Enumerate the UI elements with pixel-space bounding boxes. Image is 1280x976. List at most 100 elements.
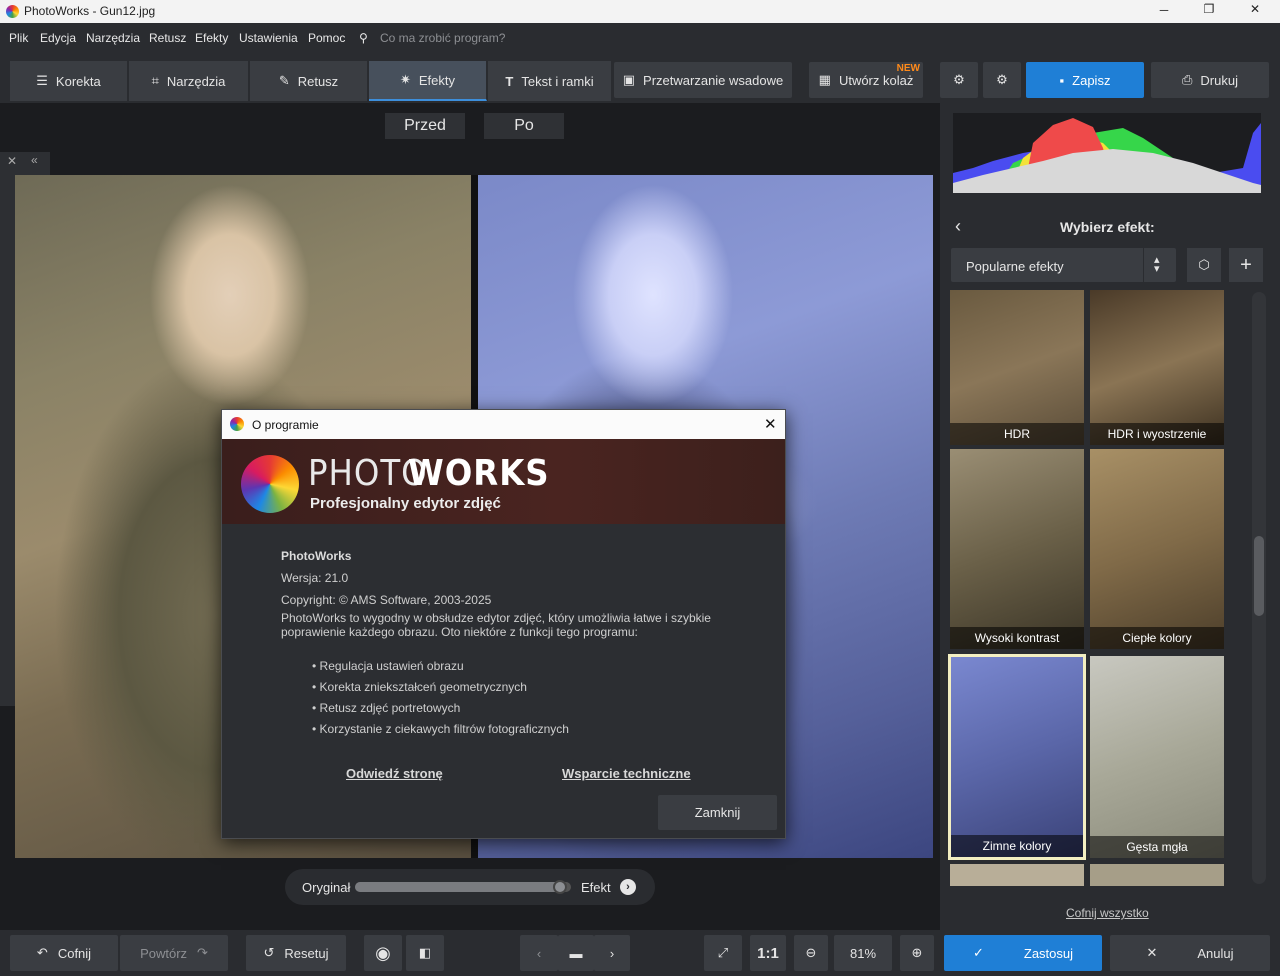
undo-all-link[interactable]: Cofnij wszystko: [1066, 906, 1149, 920]
feature-item: • Retusz zdjęć portretowych: [312, 701, 461, 715]
prev-image-button[interactable]: ‹: [520, 935, 558, 971]
apply-button[interactable]: ✓ Zastosuj: [944, 935, 1102, 971]
tab-narzedzia[interactable]: ⌗ Narzędzia: [129, 61, 249, 101]
menu-bar: Plik Edycja Narzędzia Retusz Efekty Usta…: [0, 23, 1280, 53]
open-folder-button[interactable]: ▬: [558, 935, 594, 971]
print-button[interactable]: ⎙ Drukuj: [1151, 62, 1269, 98]
updown-icon: ▴ ▾: [1154, 254, 1160, 275]
close-tools-icon[interactable]: ✕: [7, 154, 17, 168]
effect-thumb-next-1[interactable]: [950, 864, 1084, 886]
brush-icon: ✎: [278, 73, 290, 88]
cancel-button[interactable]: ✕ Anuluj: [1110, 935, 1270, 971]
zoom-in-button[interactable]: ⊕: [900, 935, 934, 971]
expand-icon: ⤢: [717, 945, 729, 960]
save-button[interactable]: ▪ Zapisz: [1026, 62, 1144, 98]
zoom-out-button[interactable]: ⊖: [794, 935, 828, 971]
next-image-button[interactable]: ›: [594, 935, 630, 971]
tab-retusz[interactable]: ✎ Retusz: [250, 61, 368, 101]
slider-fill: [355, 882, 567, 892]
tools-header: ✕ «: [0, 152, 50, 172]
dialog-close-button[interactable]: Zamknij: [658, 795, 777, 830]
slider-thumb[interactable]: [552, 880, 567, 894]
dialog-title: O programie: [252, 418, 319, 432]
slider-track[interactable]: [355, 880, 571, 894]
menu-retusz[interactable]: Retusz: [149, 31, 186, 45]
histogram: [953, 113, 1261, 193]
text-icon: T: [505, 73, 514, 89]
brand-works: WORKS: [408, 453, 550, 494]
effect-thumb-dense-fog[interactable]: Gęsta mgła: [1090, 656, 1224, 858]
search-input[interactable]: Co ma zrobić program?: [380, 31, 505, 45]
about-description-2: poprawienie każdego obrazu. Oto niektóre…: [281, 625, 638, 639]
redo-icon: ↷: [197, 945, 208, 960]
eye-icon: ◉: [375, 942, 391, 963]
crop-icon: ⌗: [151, 73, 159, 88]
dialog-app-icon: [230, 417, 244, 431]
zoom-level[interactable]: 81%: [834, 935, 892, 971]
dialog-title-bar: O programie ✕: [222, 410, 785, 439]
scrollbar-thumb[interactable]: [1254, 536, 1264, 616]
maximize-icon[interactable]: ❐: [1201, 2, 1217, 16]
add-effect-button[interactable]: +: [1229, 248, 1263, 282]
effect-thumb-hdr[interactable]: HDR: [950, 290, 1084, 445]
about-dialog: O programie ✕ PHOTO WORKS Profesjonalny …: [221, 409, 786, 839]
compare-button[interactable]: ◧: [406, 935, 444, 971]
tab-korekta[interactable]: ☰ Korekta: [10, 61, 128, 101]
menu-edycja[interactable]: Edycja: [40, 31, 76, 45]
check-icon: ✓: [972, 945, 984, 960]
x-icon: ✕: [1146, 945, 1158, 960]
batch-processing-button[interactable]: ▣ Przetwarzanie wsadowe: [614, 62, 792, 98]
category-value: Popularne efekty: [966, 259, 1064, 274]
menu-ustawienia[interactable]: Ustawienia: [239, 31, 298, 45]
search-icon: ⚲: [359, 31, 368, 45]
reset-button[interactable]: ↺ Resetuj: [246, 935, 346, 971]
menu-efekty[interactable]: Efekty: [195, 31, 228, 45]
effect-thumb-cool-colors[interactable]: Zimne kolory: [948, 654, 1086, 860]
chevron-left-icon: ‹: [536, 945, 542, 961]
visit-website-link[interactable]: Odwiedź stronę: [346, 766, 443, 781]
select-divider: [1143, 248, 1144, 282]
printer-icon: ⎙: [1182, 72, 1193, 87]
compare-icon: ◧: [418, 945, 432, 960]
preview-toggle-button[interactable]: ◉: [364, 935, 402, 971]
actual-size-button[interactable]: 1:1: [750, 935, 786, 971]
fit-screen-button[interactable]: ⤢: [704, 935, 742, 971]
tab-tekst-i-ramki[interactable]: T Tekst i ramki: [488, 61, 612, 101]
create-collage-button[interactable]: ▦ Utwórz kolaż NEW: [809, 62, 923, 98]
effect-thumb-next-2[interactable]: [1090, 864, 1224, 886]
plus-circle-icon: ⊕: [911, 945, 923, 960]
brand-subtitle: Profesjonalny edytor zdjęć: [310, 495, 501, 512]
feature-item: • Regulacja ustawień obrazu: [312, 659, 464, 673]
about-app-name: PhotoWorks: [281, 549, 352, 563]
effect-thumb-warm-colors[interactable]: Ciepłe kolory: [1090, 449, 1224, 649]
chevron-right-icon: ›: [609, 945, 615, 961]
close-window-icon[interactable]: ✕: [1247, 2, 1263, 16]
histogram-graph: [953, 118, 1261, 193]
menu-pomoc[interactable]: Pomoc: [308, 31, 345, 45]
menu-narzedzia[interactable]: Narzędzia: [86, 31, 140, 45]
sliders-icon: ☰: [36, 73, 48, 88]
effect-strength-slider[interactable]: Oryginał Efekt ›: [285, 869, 655, 905]
plus-icon: +: [1240, 253, 1252, 276]
support-link[interactable]: Wsparcie techniczne: [562, 766, 691, 781]
photoworks-logo-icon: [241, 455, 299, 513]
settings-add-button[interactable]: ⚙: [940, 62, 978, 98]
dialog-close-icon[interactable]: ✕: [764, 415, 777, 433]
redo-button[interactable]: Powtórz ↷: [120, 935, 228, 971]
undo-icon: ↶: [36, 945, 48, 960]
effect-thumb-high-contrast[interactable]: Wysoki kontrast: [950, 449, 1084, 649]
settings-history-button[interactable]: ⚙: [983, 62, 1021, 98]
about-description-1: PhotoWorks to wygodny w obsłudze edytor …: [281, 611, 711, 625]
collapse-tools-icon[interactable]: «: [31, 153, 38, 167]
back-arrow-icon[interactable]: ‹: [955, 216, 961, 237]
effect-category-select[interactable]: Popularne efekty ▴ ▾: [951, 248, 1176, 282]
about-copyright: Copyright: © AMS Software, 2003-2025: [281, 593, 492, 607]
undo-button[interactable]: ↶ Cofnij: [10, 935, 118, 971]
menu-plik[interactable]: Plik: [9, 31, 28, 45]
cube-button[interactable]: ⬡: [1187, 248, 1221, 282]
effects-scrollbar[interactable]: [1252, 292, 1266, 884]
effect-thumb-hdr-sharpen[interactable]: HDR i wyostrzenie: [1090, 290, 1224, 445]
tab-efekty[interactable]: ✷ Efekty: [369, 61, 487, 101]
next-arrow-icon[interactable]: ›: [620, 879, 636, 895]
minimize-icon[interactable]: ─: [1156, 3, 1172, 17]
